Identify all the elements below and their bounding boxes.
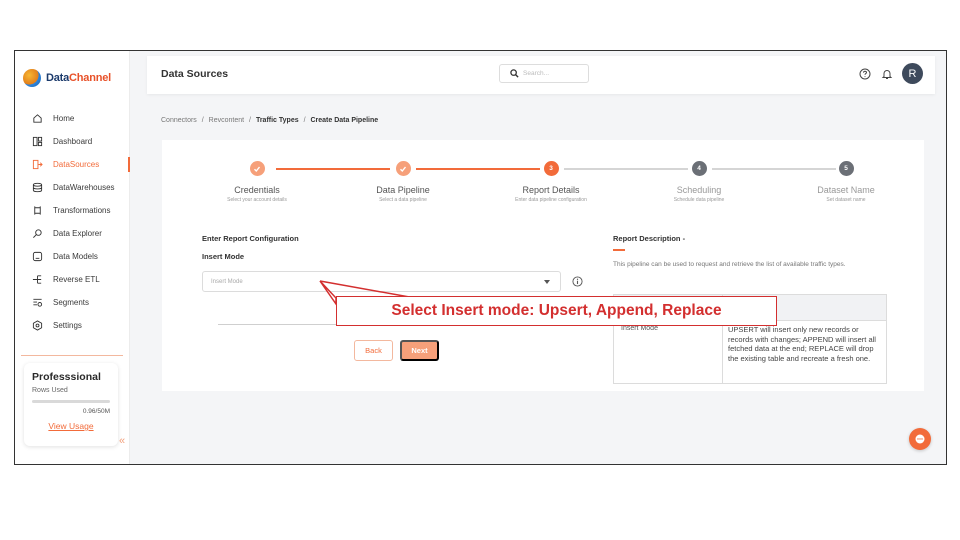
- annotation-callout: Select Insert mode: Upsert, Append, Repl…: [336, 296, 777, 326]
- chat-icon: [915, 434, 925, 444]
- annotation-pointer: [319, 280, 416, 307]
- app-window: DataChannel Home Dashboard DataSources D…: [14, 50, 947, 465]
- chat-button[interactable]: [909, 428, 931, 450]
